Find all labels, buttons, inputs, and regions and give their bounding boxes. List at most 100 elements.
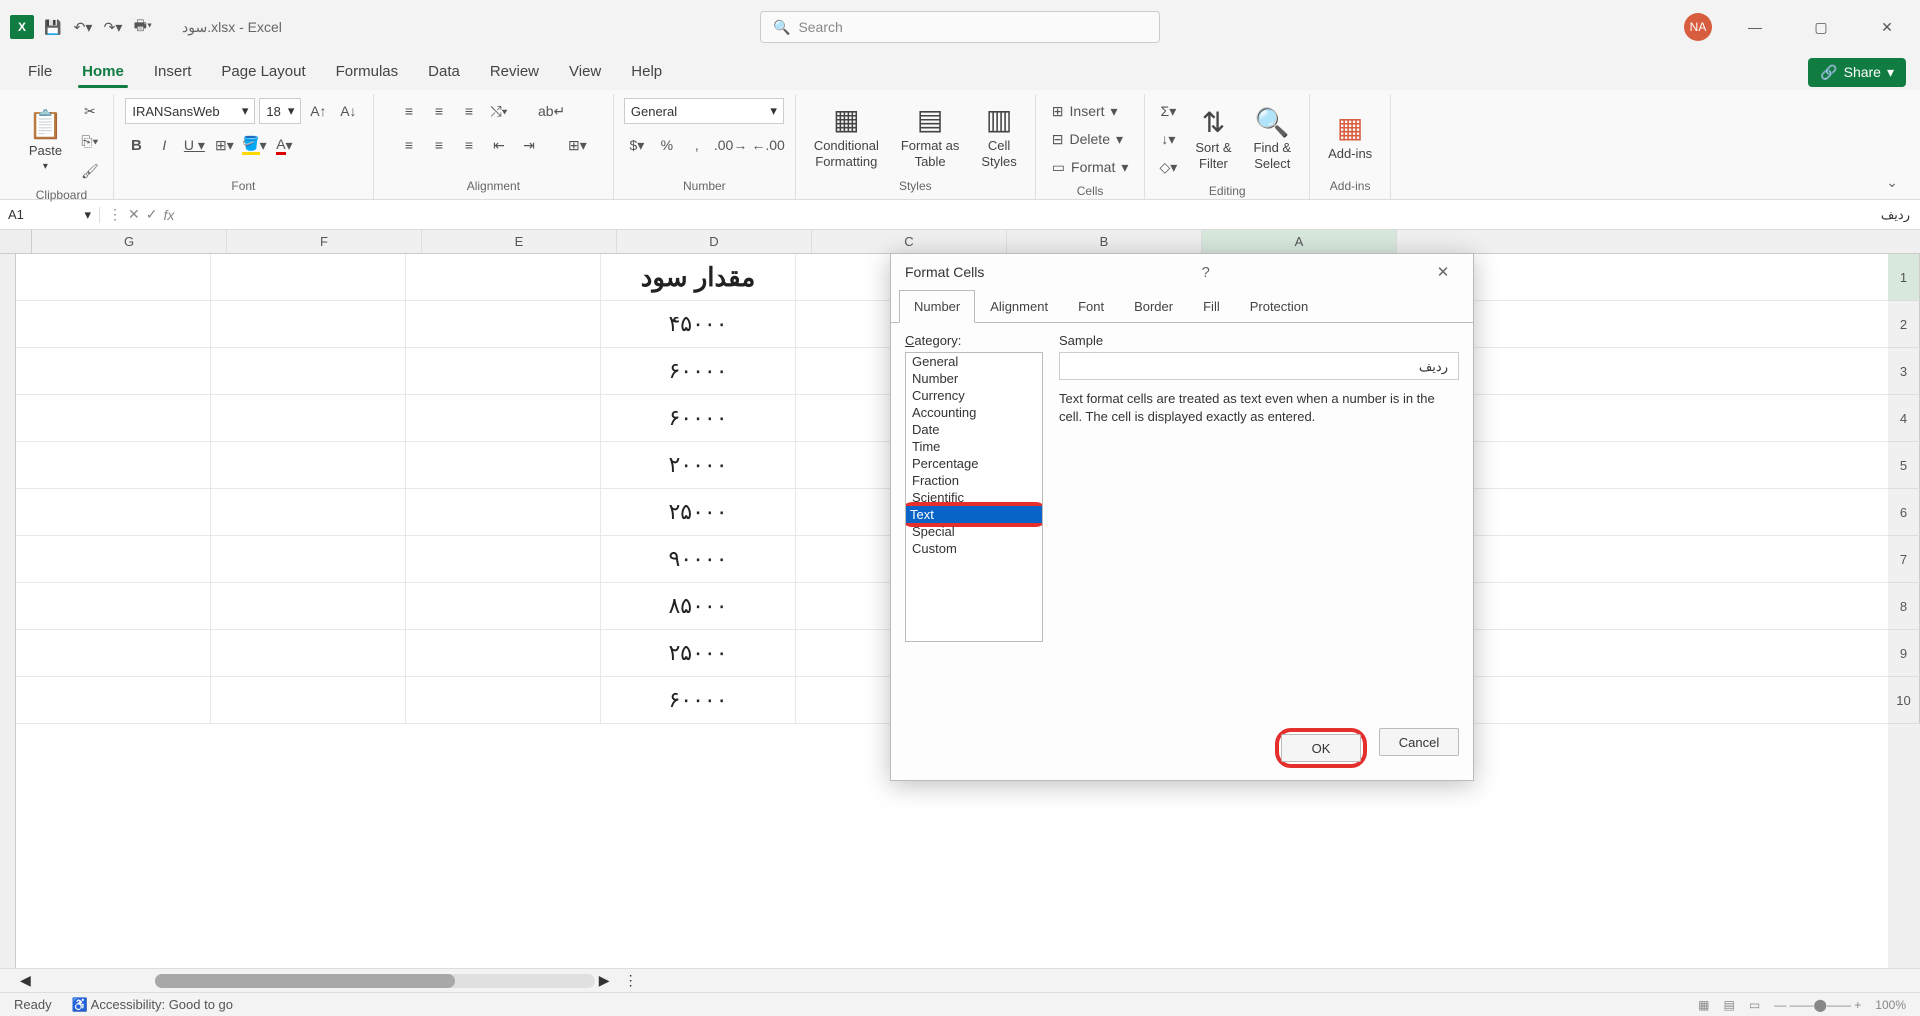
undo-icon[interactable]: ↶▾ [72,16,94,38]
insert-button[interactable]: ⊞Insert ▾ [1046,98,1135,124]
col-header-d[interactable]: D [617,230,812,253]
dialog-help-icon[interactable]: ? [1190,264,1222,281]
col-header-g[interactable]: G [32,230,227,253]
decrease-decimal-icon[interactable]: ←.00 [751,132,784,158]
cat-percentage[interactable]: Percentage [906,455,1042,472]
tab-insert[interactable]: Insert [140,57,206,88]
align-right-icon[interactable]: ≡ [456,132,482,158]
formula-bar[interactable]: ردیف [182,207,1920,223]
cat-number[interactable]: Number [906,370,1042,387]
dropdown-icon[interactable]: ⋮ [108,206,122,223]
borders-button[interactable]: ⊞▾ [211,132,237,158]
row-header-6[interactable]: 6 [1888,489,1920,536]
format-button[interactable]: ▭Format ▾ [1046,154,1135,180]
number-format-combo[interactable]: General▾ [624,98,784,124]
cat-date[interactable]: Date [906,421,1042,438]
save-icon[interactable]: 💾 [42,16,64,38]
col-header-c[interactable]: C [812,230,1007,253]
cell-d5[interactable]: ۲۰۰۰۰ [601,442,796,488]
print-icon[interactable]: 🖶▾ [132,16,154,38]
fill-icon[interactable]: ↓▾ [1155,126,1181,152]
align-top-icon[interactable]: ≡ [396,98,422,124]
enter-icon[interactable]: ✓ [146,206,158,223]
dlg-tab-alignment[interactable]: Alignment [975,290,1063,323]
cat-currency[interactable]: Currency [906,387,1042,404]
underline-button[interactable]: U ▾ [181,132,207,158]
cat-fraction[interactable]: Fraction [906,472,1042,489]
autosum-icon[interactable]: Σ▾ [1155,98,1181,124]
merge-center-icon[interactable]: ⊞▾ [564,132,591,158]
cat-time[interactable]: Time [906,438,1042,455]
copy-icon[interactable]: ⎘▾ [77,128,103,154]
currency-icon[interactable]: $▾ [624,132,650,158]
italic-button[interactable]: I [151,132,177,158]
close-button[interactable]: ✕ [1864,11,1910,43]
cat-special[interactable]: Special [906,523,1042,540]
paste-button[interactable]: 📋 Paste ▾ [20,105,71,177]
shrink-font-icon[interactable]: A↓ [335,98,361,124]
cell-d4[interactable]: ۶۰۰۰۰ [601,395,796,441]
decrease-indent-icon[interactable]: ⇤ [486,132,512,158]
row-header-3[interactable]: 3 [1888,348,1920,395]
collapse-ribbon-icon[interactable]: ⌄ [1874,166,1910,199]
cell-styles-button[interactable]: ▥Cell Styles [973,100,1024,173]
cell-d8[interactable]: ۸۵۰۰۰ [601,583,796,629]
percent-icon[interactable]: % [654,132,680,158]
align-middle-icon[interactable]: ≡ [426,98,452,124]
cell-d6[interactable]: ۲۵۰۰۰ [601,489,796,535]
conditional-formatting-button[interactable]: ▦Conditional Formatting [806,100,887,173]
dialog-close-icon[interactable]: ✕ [1427,263,1459,281]
tab-file[interactable]: File [14,57,66,88]
tab-formulas[interactable]: Formulas [322,57,413,88]
clear-icon[interactable]: ◇▾ [1155,154,1181,180]
addins-button[interactable]: ▦Add-ins [1320,108,1380,166]
category-list[interactable]: General Number Currency Accounting Date … [905,352,1043,642]
tab-review[interactable]: Review [476,57,553,88]
tab-view[interactable]: View [555,57,615,88]
find-select-button[interactable]: 🔍Find & Select [1246,102,1300,175]
cancel-icon[interactable]: ✕ [128,206,140,223]
row-header-8[interactable]: 8 [1888,583,1920,630]
cancel-button[interactable]: Cancel [1379,728,1459,756]
scroll-thumb[interactable] [155,974,455,988]
grow-font-icon[interactable]: A↑ [305,98,331,124]
row-header-1[interactable]: 1 [1888,254,1920,301]
fx-icon[interactable]: fx [163,207,174,223]
cell-d9[interactable]: ۲۵۰۰۰ [601,630,796,676]
sort-filter-button[interactable]: ⇅Sort & Filter [1187,102,1239,175]
row-header-2[interactable]: 2 [1888,301,1920,348]
tab-home[interactable]: Home [68,57,138,88]
delete-button[interactable]: ⊟Delete ▾ [1046,126,1135,152]
increase-indent-icon[interactable]: ⇥ [516,132,542,158]
search-input[interactable]: 🔍 Search [760,11,1160,43]
orientation-icon[interactable]: ⤭▾ [486,98,512,124]
scroll-right-icon[interactable]: ▶ [599,972,610,989]
align-left-icon[interactable]: ≡ [396,132,422,158]
cell-d10[interactable]: ۶۰۰۰۰ [601,677,796,723]
font-size-combo[interactable]: 18▾ [259,98,301,124]
sheet-tab-menu-icon[interactable]: ⋮ [624,972,638,989]
row-header-4[interactable]: 4 [1888,395,1920,442]
col-header-a[interactable]: A [1202,230,1397,253]
view-page-icon[interactable]: ▤ [1724,998,1735,1012]
dlg-tab-protection[interactable]: Protection [1235,290,1324,323]
row-header-7[interactable]: 7 [1888,536,1920,583]
fill-color-button[interactable]: 🪣▾ [241,132,267,158]
view-normal-icon[interactable]: ▦ [1698,998,1709,1012]
col-header-e[interactable]: E [422,230,617,253]
dialog-titlebar[interactable]: Format Cells ? ✕ [891,254,1473,290]
increase-decimal-icon[interactable]: .00→ [714,132,747,158]
cat-accounting[interactable]: Accounting [906,404,1042,421]
user-avatar[interactable]: NA [1684,13,1712,41]
row-header-10[interactable]: 10 [1888,677,1920,724]
horizontal-scrollbar[interactable]: ◀ ▶ ⋮ [0,968,1920,992]
tab-page-layout[interactable]: Page Layout [207,57,319,88]
cat-text[interactable]: Text [905,506,1043,523]
cell-d3[interactable]: ۶۰۰۰۰ [601,348,796,394]
minimize-button[interactable]: — [1732,11,1778,43]
redo-icon[interactable]: ↷▾ [102,16,124,38]
scroll-left-icon[interactable]: ◀ [20,972,31,989]
maximize-button[interactable]: ▢ [1798,11,1844,43]
row-header-9[interactable]: 9 [1888,630,1920,677]
font-color-button[interactable]: A▾ [271,132,297,158]
